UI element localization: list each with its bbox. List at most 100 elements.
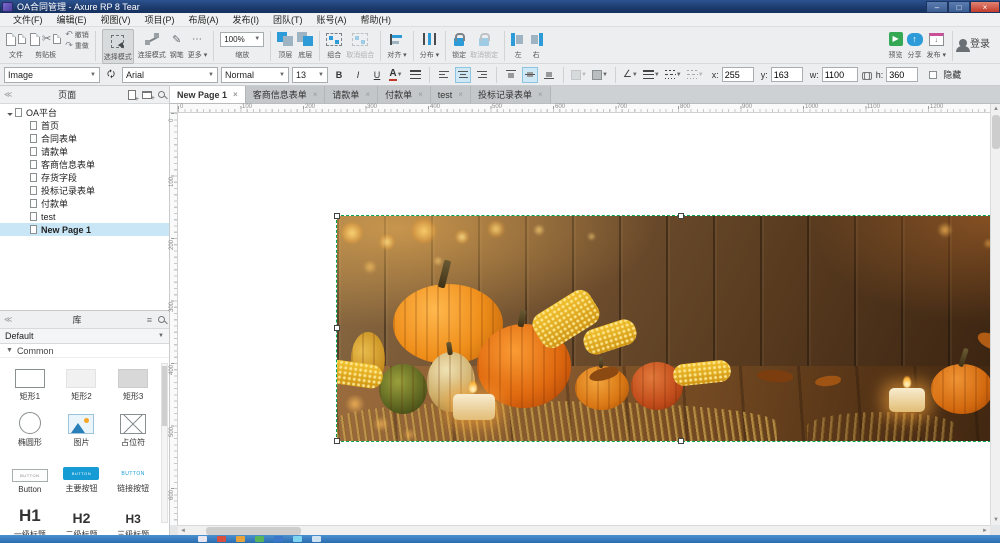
widget-link-button[interactable]: BUTTON链接按钮 — [107, 452, 159, 494]
widget-placeholder[interactable]: 占位符 — [107, 406, 159, 448]
scroll-up-icon[interactable]: ▲ — [991, 104, 1000, 114]
widget-rect3[interactable]: 矩形3 — [107, 360, 159, 402]
close-button[interactable]: × — [970, 1, 1000, 13]
taskbar-icon[interactable] — [312, 536, 321, 542]
tree-item[interactable]: 请款单 — [0, 145, 169, 158]
close-tab-icon[interactable]: × — [458, 90, 463, 99]
align-text-left-button[interactable] — [436, 67, 452, 83]
valign-bottom-button[interactable] — [541, 67, 557, 83]
tab-qingkuan[interactable]: 请款单× — [325, 86, 378, 103]
search-icon[interactable] — [158, 316, 165, 323]
tree-item[interactable]: 存货字段 — [0, 171, 169, 184]
tree-item[interactable]: 首页 — [0, 119, 169, 132]
line-color-dropdown[interactable]: ∠▼ — [622, 67, 639, 83]
fill-color-dropdown[interactable]: ▼ — [591, 67, 609, 83]
taskbar-icon[interactable] — [198, 536, 207, 542]
align-button[interactable]: 对齐 ▾ — [387, 29, 406, 60]
unlock-button[interactable]: 取消锁定 — [470, 29, 498, 60]
selection-handle-middle-left[interactable] — [334, 325, 340, 331]
x-input[interactable] — [722, 67, 754, 82]
italic-button[interactable]: I — [350, 67, 366, 83]
h-input[interactable] — [886, 67, 918, 82]
font-color-dropdown[interactable]: A▼ — [388, 67, 404, 83]
widget-ellipse[interactable]: 椭圆形 — [4, 406, 56, 448]
font-size-dropdown[interactable]: 13▼ — [292, 67, 328, 83]
menu-project[interactable]: 项目(P) — [138, 13, 182, 27]
tree-item[interactable]: 付款单 — [0, 197, 169, 210]
font-family-dropdown[interactable]: Arial▼ — [122, 67, 218, 83]
scrollbar-thumb[interactable] — [206, 527, 301, 535]
border-style-dropdown[interactable]: ▼ — [664, 67, 683, 83]
selected-image-widget[interactable] — [337, 216, 990, 441]
tab-toubiao[interactable]: 投标记录表单× — [471, 86, 551, 103]
zoom-control[interactable]: 100%▼ 缩放 — [220, 29, 264, 60]
search-icon[interactable] — [158, 91, 165, 98]
bold-button[interactable]: B — [331, 67, 347, 83]
widget-primary-button[interactable]: BUTTON主要按钮 — [56, 452, 108, 494]
bullet-list-dropdown[interactable]: ▼ — [570, 67, 588, 83]
library-scrollbar[interactable] — [161, 363, 168, 523]
menu-team[interactable]: 团队(T) — [266, 13, 310, 27]
tab-fukuan[interactable]: 付款单× — [378, 86, 431, 103]
scrollbar-thumb[interactable] — [992, 115, 1000, 149]
group-button[interactable]: 组合 — [326, 29, 342, 60]
redo-button[interactable]: ↷重做 — [65, 40, 89, 51]
close-tab-icon[interactable]: × — [538, 90, 543, 99]
widget-h1[interactable]: H1一级标题 — [4, 498, 56, 535]
clipboard-tools[interactable]: ✂ 剪贴板 — [30, 29, 61, 60]
taskbar-icon[interactable] — [274, 536, 283, 542]
collapse-panel-icon[interactable]: ≪ — [4, 315, 12, 324]
widget-button[interactable]: BUTTONButton — [4, 452, 56, 494]
taskbar-icon[interactable] — [217, 536, 226, 542]
ungroup-button[interactable]: 取消组合 — [346, 29, 374, 60]
preview-button[interactable]: ▶ 预览 — [889, 29, 903, 60]
align-text-right-button[interactable] — [474, 67, 490, 83]
distribute-button[interactable]: 分布 ▾ — [420, 29, 439, 60]
tree-item[interactable]: test — [0, 210, 169, 223]
tree-item[interactable]: 客商信息表单 — [0, 158, 169, 171]
maximize-button[interactable]: □ — [948, 1, 970, 13]
horizontal-scrollbar[interactable]: ◄ ► — [178, 525, 990, 535]
underline-button[interactable]: U — [369, 67, 385, 83]
y-input[interactable] — [771, 67, 803, 82]
w-input[interactable] — [822, 67, 858, 82]
align-text-center-button[interactable] — [455, 67, 471, 83]
widget-type-dropdown[interactable]: Image▼ — [4, 67, 100, 83]
menu-edit[interactable]: 编辑(E) — [50, 13, 94, 27]
menu-publish[interactable]: 发布(I) — [226, 13, 267, 27]
menu-file[interactable]: 文件(F) — [6, 13, 50, 27]
tree-item[interactable]: 投标记录表单 — [0, 184, 169, 197]
collapse-panel-icon[interactable]: ≪ — [4, 90, 12, 99]
font-style-dropdown[interactable]: Normal▼ — [221, 67, 289, 83]
selection-handle-bottom-left[interactable] — [334, 438, 340, 444]
add-page-icon[interactable] — [128, 90, 136, 100]
tab-test[interactable]: test× — [431, 86, 471, 103]
widget-rect2[interactable]: 矩形2 — [56, 360, 108, 402]
widget-rect1[interactable]: 矩形1 — [4, 360, 56, 402]
format-painter-icon[interactable]: 🗘 — [103, 67, 119, 83]
tree-item-root[interactable]: OA平台 — [0, 106, 169, 119]
taskbar-icon[interactable] — [293, 536, 302, 542]
align-left-edge-button[interactable]: 左 — [511, 29, 525, 60]
expander-icon[interactable] — [7, 110, 13, 116]
minimize-button[interactable]: – — [926, 1, 948, 13]
menu-arrange[interactable]: 布局(A) — [182, 13, 226, 27]
valign-top-button[interactable] — [503, 67, 519, 83]
close-tab-icon[interactable]: × — [365, 90, 370, 99]
file-tools[interactable]: 文件 — [6, 29, 26, 60]
menu-help[interactable]: 帮助(H) — [354, 13, 399, 27]
vertical-scrollbar[interactable]: ▲ ▼ — [990, 104, 1000, 525]
scrollbar-thumb[interactable] — [162, 366, 167, 426]
library-section-common[interactable]: ▼Common — [0, 344, 169, 358]
tab-new-page-1[interactable]: New Page 1× — [170, 86, 246, 103]
design-canvas[interactable] — [178, 113, 990, 525]
widget-image[interactable]: 图片 — [56, 406, 108, 448]
zoom-dropdown[interactable]: 100%▼ — [220, 32, 264, 47]
menu-view[interactable]: 视图(V) — [94, 13, 138, 27]
lock-button[interactable]: 锁定 — [452, 29, 466, 60]
align-right-edge-button[interactable]: 右 — [529, 29, 543, 60]
widget-h2[interactable]: H2二级标题 — [56, 498, 108, 535]
taskbar-icon[interactable] — [255, 536, 264, 542]
pen-button[interactable]: ✎ 钢笔 — [170, 29, 184, 60]
connect-mode-button[interactable]: 连接模式 — [138, 29, 166, 60]
